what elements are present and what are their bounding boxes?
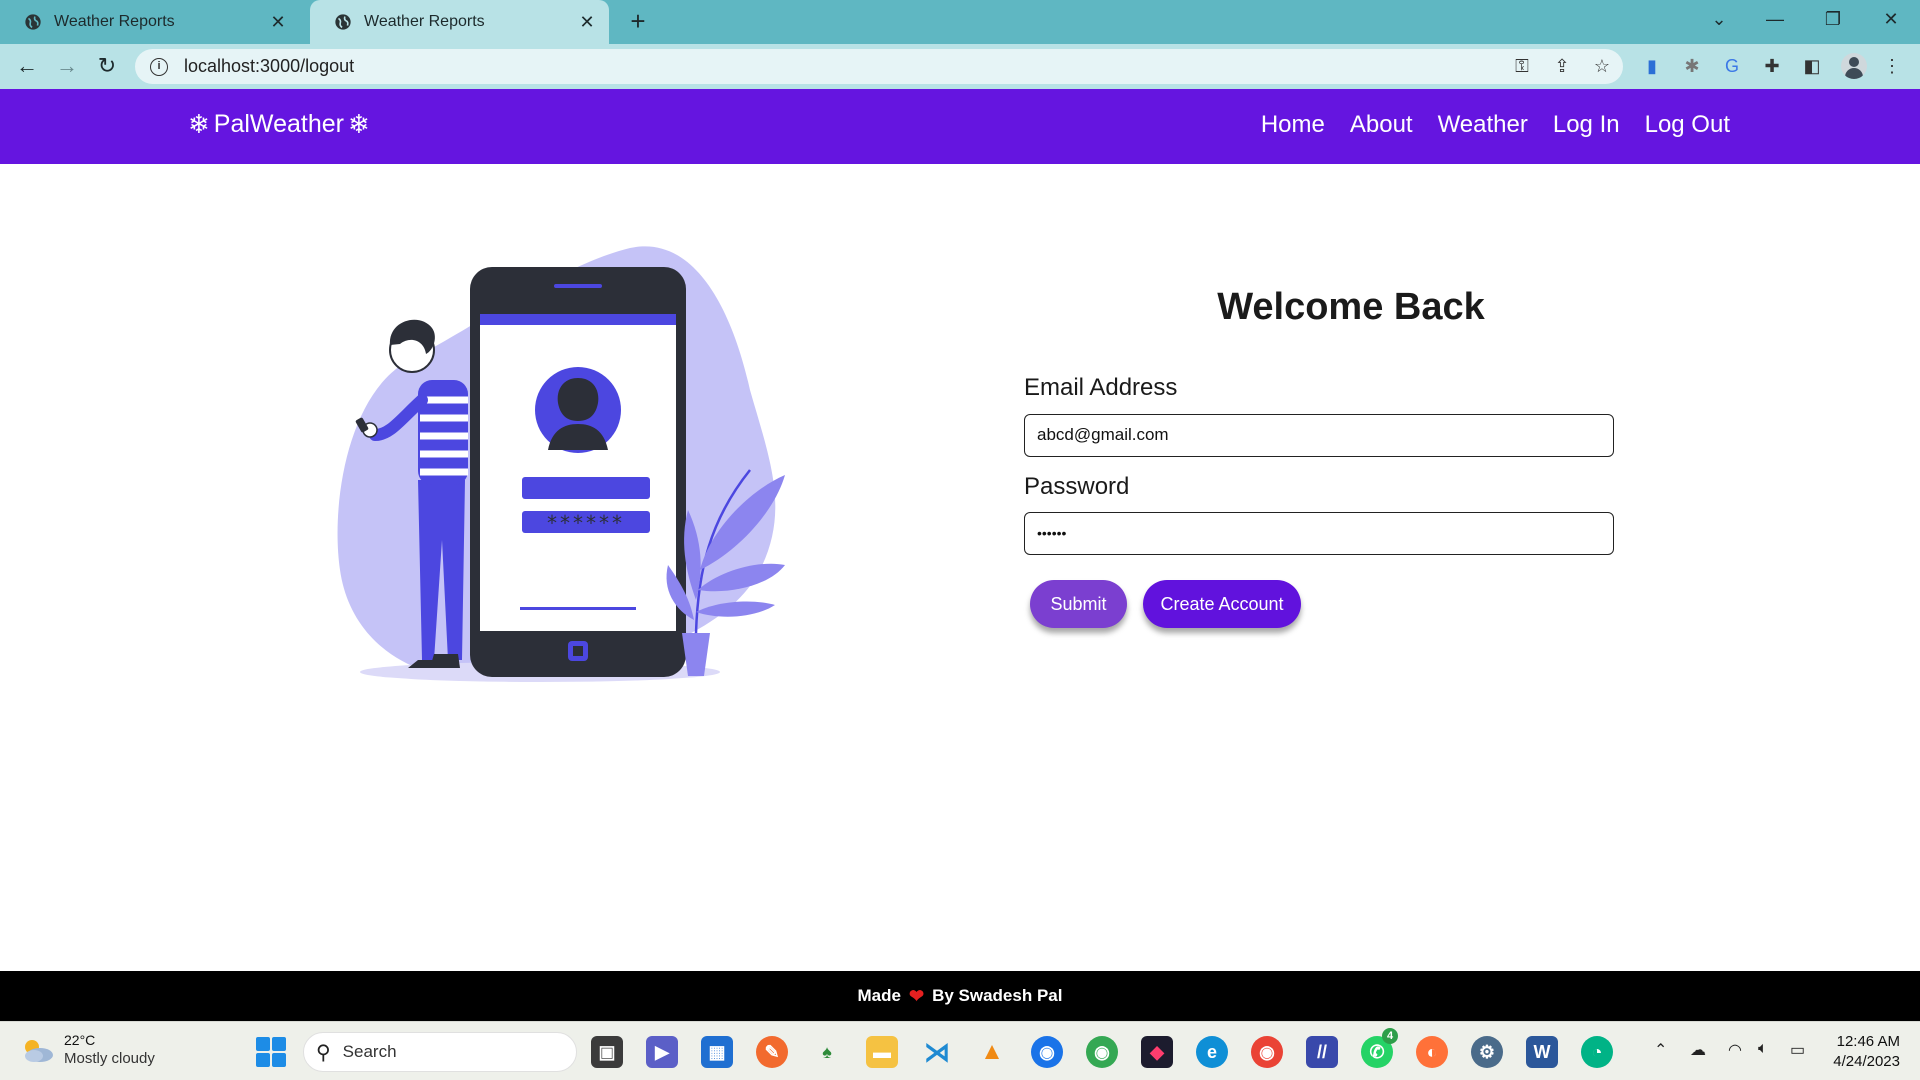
phone-screen-line [520, 607, 636, 610]
create-account-button[interactable]: Create Account [1143, 580, 1301, 628]
phone-notch [554, 284, 602, 288]
volume-icon[interactable]: 🔈︎ [1758, 1040, 1768, 1058]
bug-extension-icon[interactable]: ✱ [1680, 54, 1704, 78]
browser-tabstrip: Weather Reports ✕ Weather Reports ✕ + ⌄ … [0, 0, 1920, 44]
edge-icon[interactable]: e [1196, 1036, 1228, 1068]
firefox-icon[interactable]: ◐ [1416, 1036, 1448, 1068]
show-hidden-icons-chevron[interactable]: ⌃ [1654, 1040, 1667, 1060]
word-icon[interactable]: W [1526, 1036, 1558, 1068]
browser-toolbar: ← → ↻ i localhost:3000/logout ⚿ ⇪ ☆ ▮ ✱ … [0, 44, 1920, 89]
submit-button[interactable]: Submit [1030, 580, 1127, 628]
brand-logo[interactable]: ❄ PalWeather ❄ [184, 109, 374, 140]
site-navbar: ❄ PalWeather ❄ Home About Weather Log In… [0, 89, 1920, 164]
weather-condition: Mostly cloudy [64, 1050, 155, 1067]
forward-button[interactable]: → [52, 52, 82, 82]
bookmark-star-icon[interactable]: ☆ [1590, 54, 1614, 78]
clock-time: 12:46 AM [1836, 1033, 1900, 1050]
browser-tab[interactable]: Weather Reports ✕ [0, 0, 300, 44]
password-field[interactable]: •••••• [1024, 512, 1614, 555]
phone-screen-header [480, 314, 676, 325]
snowflake-icon: ❄ [188, 109, 210, 139]
profile-avatar[interactable] [1841, 53, 1867, 79]
back-button[interactable]: ← [12, 52, 42, 82]
globe-icon [25, 14, 41, 30]
windows-taskbar: 22°C Mostly cloudy ⚲ Search ▣ ▶ ▦ ✎ ♠ ▬ … [0, 1021, 1920, 1080]
extensions-puzzle-icon[interactable]: ✚ [1760, 54, 1784, 78]
search-label: Search [342, 1042, 397, 1061]
username-bar [522, 477, 650, 499]
whatsapp-badge: 4 [1382, 1028, 1398, 1044]
weather-widget[interactable]: 22°C Mostly cloudy [20, 1032, 155, 1068]
file-explorer-icon[interactable]: ▬ [866, 1036, 898, 1068]
wifi-icon[interactable]: ◠ [1728, 1040, 1742, 1060]
task-view-icon[interactable]: ▣ [591, 1036, 623, 1068]
weather-temp: 22°C [64, 1032, 96, 1048]
address-bar[interactable]: i localhost:3000/logout [135, 49, 1623, 84]
nav-links: Home About Weather Log In Log Out [1261, 111, 1730, 139]
site-footer: Made ❤ By Swadesh Pal [0, 971, 1920, 1021]
email-field[interactable]: abcd@gmail.com [1024, 414, 1614, 457]
page-title: Welcome Back [1217, 286, 1485, 328]
footer-author-text: By Swadesh Pal [932, 986, 1063, 1005]
chrome-profile-icon[interactable]: ◉ [1031, 1036, 1063, 1068]
login-illustration: ****** [337, 246, 785, 682]
search-icon: ⚲ [316, 1041, 331, 1064]
chrome-icon[interactable]: ◉ [1251, 1036, 1283, 1068]
mongodb-icon[interactable]: ♠ [811, 1036, 843, 1068]
teams-icon[interactable]: ▶ [646, 1036, 678, 1068]
close-tab-icon[interactable]: ✕ [577, 12, 597, 33]
reader-extension-icon[interactable]: ▮ [1640, 54, 1664, 78]
nav-link-about[interactable]: About [1350, 111, 1413, 139]
postman-app-icon[interactable]: ◆ [1141, 1036, 1173, 1068]
side-panel-icon[interactable]: ◧ [1800, 54, 1824, 78]
nav-link-weather[interactable]: Weather [1438, 111, 1528, 139]
clock-date: 4/24/2023 [1833, 1053, 1900, 1070]
heart-icon: ❤ [908, 985, 925, 1006]
url-text: localhost:3000/logout [184, 56, 355, 76]
battery-icon[interactable]: ▭ [1790, 1040, 1805, 1060]
globe-icon [335, 14, 351, 30]
phone-screen [480, 314, 676, 631]
restore-window-button[interactable]: ❐ [1810, 0, 1856, 40]
share-icon[interactable]: ⇪ [1550, 54, 1574, 78]
vscode-icon[interactable]: ⋊ [921, 1036, 953, 1068]
code-editor-icon[interactable]: // [1306, 1036, 1338, 1068]
browser-menu-icon[interactable]: ⋮ [1880, 54, 1904, 78]
settings-gear-icon[interactable]: ⚙ [1471, 1036, 1503, 1068]
chrome-profile-2-icon[interactable]: ◉ [1086, 1036, 1118, 1068]
snowflake-icon: ❄ [347, 109, 370, 139]
browser-tab-active[interactable]: Weather Reports ✕ [310, 0, 609, 44]
taskbar-search[interactable]: ⚲ Search [303, 1032, 577, 1072]
password-stars: ****** [547, 511, 625, 535]
nav-link-login[interactable]: Log In [1553, 111, 1620, 139]
brand-name: PalWeather [213, 110, 344, 138]
store-icon[interactable]: ▦ [701, 1036, 733, 1068]
cloudy-weather-icon [25, 1040, 53, 1062]
tab-search-chevron-icon[interactable]: ⌄ [1696, 0, 1742, 40]
vlc-icon[interactable]: ▲ [976, 1036, 1008, 1068]
reload-button[interactable]: ↻ [92, 52, 122, 82]
tab-title: Weather Reports [364, 13, 485, 30]
draw-app-icon[interactable]: ✎ [756, 1036, 788, 1068]
footer-made-text: Made [857, 986, 901, 1005]
recorder-app-icon[interactable]: ◔ [1581, 1036, 1613, 1068]
tab-title: Weather Reports [54, 13, 175, 30]
key-icon[interactable]: ⚿ [1510, 54, 1534, 78]
close-tab-icon[interactable]: ✕ [268, 12, 288, 33]
taskbar-clock[interactable]: 12:46 AM 4/24/2023 [1833, 1032, 1900, 1072]
new-tab-button[interactable]: + [622, 6, 654, 38]
close-window-button[interactable]: ✕ [1868, 0, 1914, 40]
password-label: Password [1024, 473, 1130, 500]
translate-extension-icon[interactable]: G [1720, 54, 1744, 78]
nav-link-home[interactable]: Home [1261, 111, 1325, 139]
site-info-icon[interactable]: i [150, 57, 168, 76]
windows-start-icon[interactable] [256, 1037, 286, 1067]
nav-link-logout[interactable]: Log Out [1645, 111, 1730, 139]
minimize-window-button[interactable]: — [1752, 0, 1798, 40]
onedrive-error-icon[interactable]: ☁ [1690, 1040, 1706, 1060]
email-label: Email Address [1024, 374, 1178, 401]
